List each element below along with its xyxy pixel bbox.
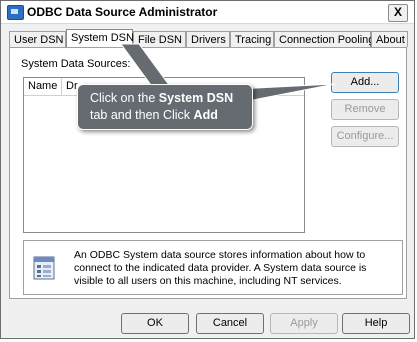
callout-pointers [120, 43, 336, 104]
instruction-callout: Click on the System DSN tab and then Cli… [77, 84, 253, 130]
callout-line2-prefix: tab and then Click [90, 108, 194, 122]
callout-line1-prefix: Click on the [90, 91, 159, 105]
callout-line1-bold: System DSN [158, 91, 234, 105]
odbc-window: ODBC Data Source Administrator X User DS… [0, 0, 415, 339]
callout-line2-bold: Add [193, 108, 218, 122]
